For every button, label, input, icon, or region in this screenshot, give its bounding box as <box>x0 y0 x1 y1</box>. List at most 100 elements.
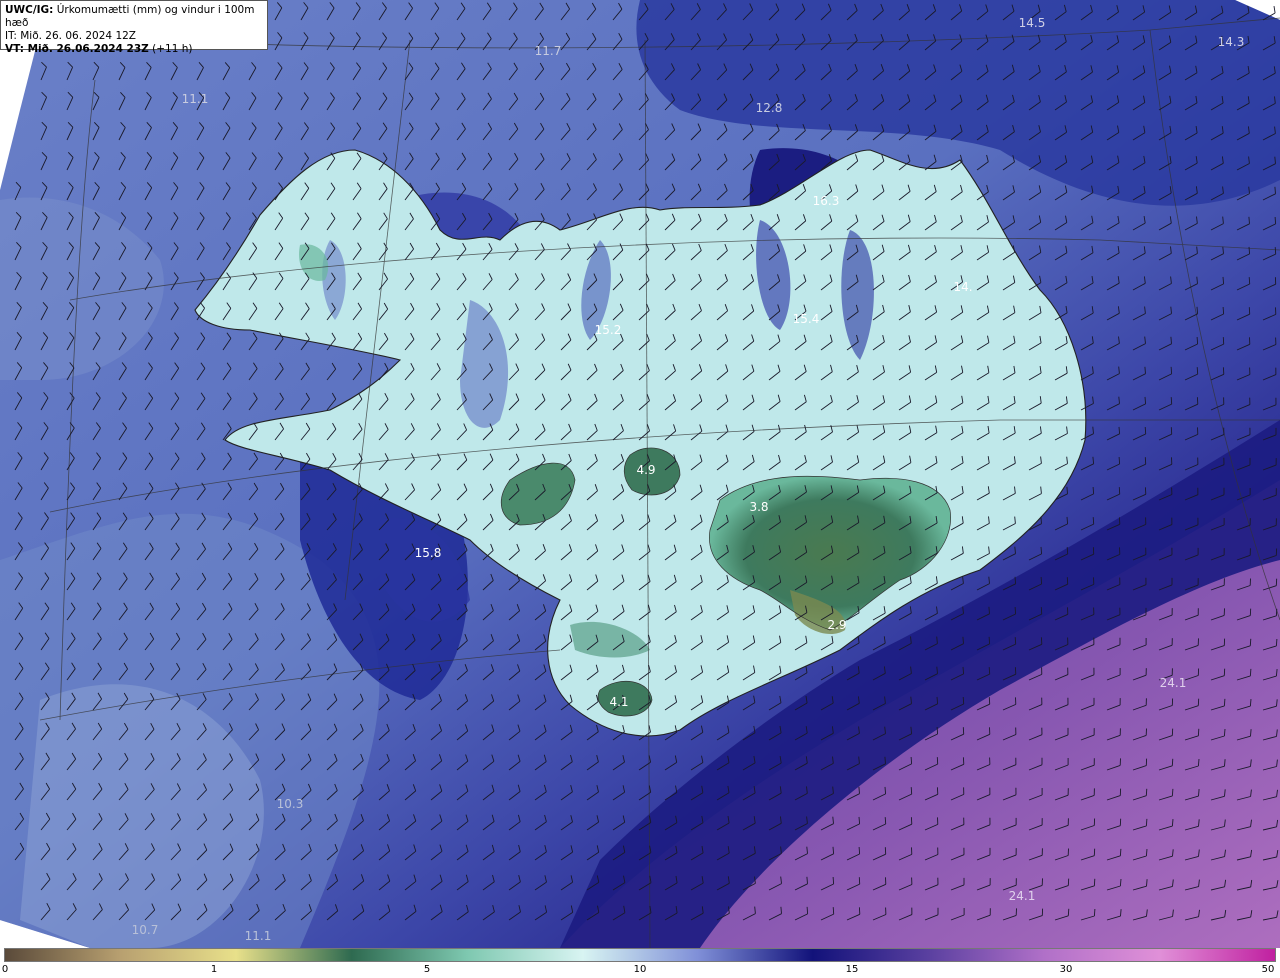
wind-barb-feather <box>1196 306 1199 314</box>
wind-barb-feather <box>988 606 990 614</box>
value-label: 15.4 <box>792 312 820 326</box>
wind-barb-feather <box>832 846 835 854</box>
wind-barb-feather <box>832 907 835 915</box>
value-label: 3.8 <box>749 500 769 514</box>
info-box: UWC/IG: Úrkomumætti (mm) og vindur i 100… <box>0 0 268 55</box>
value-label: 10.3 <box>276 797 304 811</box>
value-label: 16.3 <box>812 194 840 208</box>
wind-barb-feather <box>1171 788 1174 796</box>
wind-barb-feather <box>1222 306 1225 315</box>
wind-barb-feather <box>884 756 886 764</box>
wind-barb-feather <box>1249 668 1252 676</box>
wind-barb-feather <box>1248 216 1250 224</box>
wind-barb-feather <box>1066 486 1068 494</box>
colorbar-tick: 1 <box>210 964 218 975</box>
wind-barb-feather <box>1248 277 1251 285</box>
wind-barb-feather <box>1092 517 1095 525</box>
wind-barb-feather <box>1171 819 1174 827</box>
colorbar-tick: 5 <box>423 964 431 975</box>
wind-barb-feather <box>1223 698 1226 706</box>
wind-barb-feather <box>988 667 991 675</box>
wind-barb-feather <box>1146 879 1148 887</box>
value-label: 14. <box>953 280 973 294</box>
wind-barb-feather <box>1014 606 1017 615</box>
wind-barb-feather <box>1170 366 1173 374</box>
wind-barb-feather <box>1196 367 1199 375</box>
wind-barb-feather <box>1274 247 1277 255</box>
colorbar-tick: 10 <box>633 964 647 975</box>
wind-barb-feather <box>884 786 887 794</box>
wind-barb-feather <box>1171 758 1174 766</box>
wind-barb-feather <box>1118 426 1121 434</box>
wind-barb-feather <box>858 846 861 855</box>
map-title: UWC/IG: Úrkomumætti (mm) og vindur i 100… <box>5 4 263 30</box>
wind-barb-feather <box>858 786 860 794</box>
value-label: 10.7 <box>131 923 159 937</box>
value-label: 11.1 <box>181 92 209 106</box>
wind-barb-feather <box>1145 818 1148 826</box>
wind-barb-feather <box>1249 699 1252 707</box>
wind-barb-feather <box>1249 638 1252 646</box>
wind-barb-feather <box>910 756 913 764</box>
wind-barb-feather <box>1224 759 1226 767</box>
model-name: UWC/IG: <box>5 4 54 16</box>
value-label: 24.1 <box>1159 676 1187 690</box>
colorbar-tick: 30 <box>1059 964 1073 975</box>
wind-barb-feather <box>1145 849 1148 857</box>
wind-barb-feather <box>806 876 808 884</box>
wind-barb-feather <box>962 666 965 674</box>
value-label: 15.8 <box>414 546 442 560</box>
value-label: 12.8 <box>755 101 783 115</box>
wind-barb-feather <box>858 816 861 824</box>
wind-barb-feather <box>884 817 887 825</box>
wind-barb-feather <box>1170 336 1172 344</box>
value-label: 24.1 <box>1008 889 1036 903</box>
wind-barb-feather <box>1119 848 1122 856</box>
wind-barb-feather <box>1066 547 1069 555</box>
wind-barb-feather <box>1248 246 1251 254</box>
wind-barb-feather <box>832 876 835 885</box>
wind-barb-feather <box>1170 397 1173 405</box>
wind-barb-feather <box>936 696 939 704</box>
wind-barb-feather <box>1120 909 1122 917</box>
wind-barb-feather <box>806 906 809 914</box>
value-label: 11.7 <box>534 44 562 58</box>
colorbar-tick: 50 <box>1261 964 1275 975</box>
value-label: 4.9 <box>636 463 656 477</box>
wind-barb-feather <box>1274 216 1277 224</box>
value-label: 2.9 <box>827 618 847 632</box>
wind-barb-feather <box>1118 456 1121 465</box>
value-label: 14.3 <box>1217 35 1245 49</box>
wind-barb-feather <box>1274 186 1276 194</box>
wind-barb-feather <box>1040 516 1042 524</box>
colorbar <box>4 948 1276 962</box>
wind-barb-feather <box>1040 546 1043 554</box>
wind-barb-feather <box>1275 638 1278 646</box>
wind-barb-feather <box>1067 908 1070 916</box>
wind-barb-feather <box>962 636 964 644</box>
wind-barb-feather <box>1040 576 1043 585</box>
value-label: 14.5 <box>1018 16 1046 30</box>
wind-barb-feather <box>1014 576 1017 584</box>
initial-time: IT: Mið. 26. 06. 2024 12Z <box>5 30 136 42</box>
wind-barb-feather <box>936 726 939 735</box>
wind-barb-feather <box>962 696 965 705</box>
value-label: 15.2 <box>594 323 622 337</box>
wind-barb-feather <box>1144 396 1147 404</box>
wind-barb-feather <box>988 636 991 644</box>
wind-barb-feather <box>1144 366 1146 374</box>
wind-barb-feather <box>1066 516 1069 524</box>
wind-barb-feather <box>1144 426 1147 435</box>
colorbar-tick: 0 <box>1 964 9 975</box>
colorbar-tick: 15 <box>845 964 859 975</box>
wind-barb-feather <box>1222 276 1225 284</box>
wind-barb-feather <box>1093 908 1096 917</box>
wind-barb-feather <box>1092 486 1095 494</box>
wind-barb-feather <box>1014 637 1017 645</box>
wind-barb-feather <box>1197 758 1200 767</box>
wind-barb-feather <box>1196 336 1199 345</box>
valid-time: VT: Mið. 26.06.2024 23Z (+11 h) <box>5 43 263 56</box>
wind-barb-feather <box>780 906 782 914</box>
value-label: 11.1 <box>244 929 272 943</box>
wind-barb-feather <box>910 787 913 795</box>
